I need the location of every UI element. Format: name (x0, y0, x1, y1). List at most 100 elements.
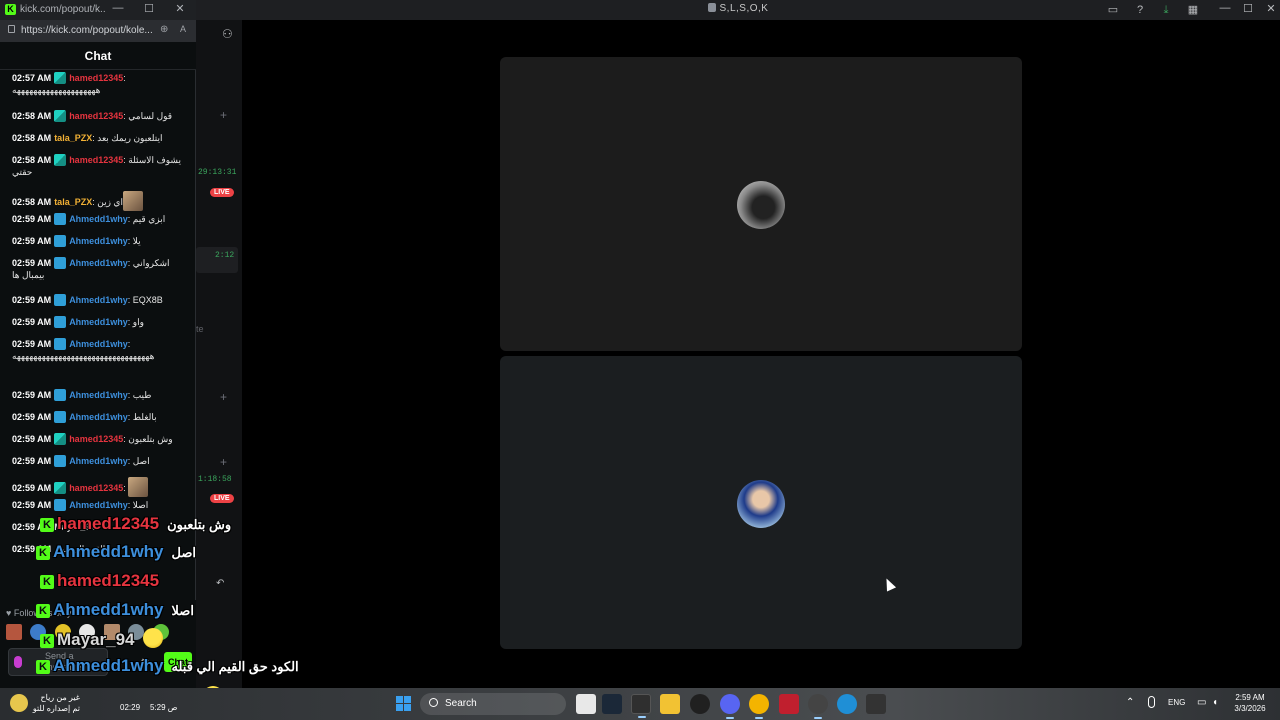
message-username[interactable]: hamed12345 (69, 434, 123, 444)
file-manager-icon[interactable] (576, 694, 596, 714)
search-icon (429, 698, 438, 707)
add-icon[interactable]: + (220, 455, 227, 469)
message-username[interactable]: tala_PZX (54, 133, 92, 143)
message-username[interactable]: hamed12345 (69, 73, 123, 83)
chat-window-titlebar[interactable]: K kick.com/popout/k... — ☐ ✕ (0, 0, 196, 20)
overlay-username: Ahmedd1why (53, 656, 164, 675)
message-text: اي زين (97, 197, 123, 207)
chat-message[interactable]: 02:59 AM Ahmedd1why: ابزي قيم (12, 213, 188, 225)
chat-message[interactable]: 02:58 AM tala_PZX: ايتلعبون ريمك بعد (12, 132, 188, 144)
avatar (737, 181, 785, 229)
network-icon[interactable]: ▭ (1197, 697, 1206, 708)
overlay-time: 5:29 ص (150, 703, 178, 712)
weather-widget[interactable]: غير من رياح تم إصداره للتو (10, 692, 80, 716)
subscriber-badge-icon (54, 110, 67, 122)
message-username[interactable]: Ahmedd1why (69, 390, 128, 400)
settings-app-icon[interactable] (690, 694, 710, 714)
folder-icon[interactable] (660, 694, 680, 714)
language-indicator[interactable]: ENG (1168, 698, 1185, 707)
taskbar-search[interactable]: Search (420, 693, 566, 715)
chat-message[interactable]: 02:59 AM Ahmedd1why: طيب (12, 389, 188, 401)
message-text: اصلا (132, 500, 149, 510)
zoom-icon[interactable]: ⊕ (160, 24, 168, 35)
chat-message[interactable]: 02:58 AM tala_PZX: اي زين (12, 191, 188, 211)
message-time: 02:59 AM (12, 295, 52, 305)
pickaxe-badge-icon (54, 389, 67, 401)
chat-message[interactable]: 02:59 AM Ahmedd1why: EQX8B (12, 294, 188, 306)
emote-icon (122, 191, 143, 211)
address-bar[interactable]: https://kick.com/popout/kole... ⊕ A (0, 20, 196, 42)
chat-message[interactable]: 02:59 AM Ahmedd1why: واو (12, 316, 188, 328)
message-username[interactable]: hamed12345 (69, 111, 123, 121)
message-username[interactable]: Ahmedd1why (69, 500, 128, 510)
help-icon[interactable]: ? (1133, 3, 1147, 17)
message-username[interactable]: Ahmedd1why (69, 295, 128, 305)
message-text: طيب (132, 390, 152, 400)
message-time: 02:59 AM (12, 412, 52, 422)
chat-message[interactable]: 02:58 AM hamed12345: يشوف الاسئلة حقتي (12, 154, 188, 178)
chat-message[interactable]: 02:59 AM hamed12345: (12, 477, 188, 497)
discord-icon[interactable] (720, 694, 740, 719)
overlay-username: hamed12345 (57, 514, 160, 533)
chat-message[interactable]: 02:59 AM Ahmedd1why: هههههههههههههههههههه… (12, 338, 188, 362)
minimize-button[interactable]: — (108, 2, 128, 14)
main-window-titlebar[interactable]: S,L,S,O,K ▭ ? ⤓ ▦ — ☐ ✕ (196, 0, 1280, 20)
volume-icon[interactable]: ◖ (1212, 697, 1218, 708)
overlay-message-text: اصل (171, 545, 197, 560)
message-text: بالغلط (132, 412, 157, 422)
message-username[interactable]: hamed12345 (69, 483, 123, 493)
emote-icon[interactable] (6, 624, 22, 640)
browser-icon[interactable] (808, 694, 828, 719)
add-icon[interactable]: + (220, 390, 227, 404)
epic-games-icon[interactable] (631, 694, 651, 718)
maximize-button[interactable]: ☐ (1237, 2, 1259, 15)
chat-message[interactable]: 02:59 AM Ahmedd1why: اشكرواني بيمبال ها (12, 257, 188, 281)
chat-message[interactable]: 02:59 AM Ahmedd1why: يلا (12, 235, 188, 247)
rewind-icon[interactable]: ↶ (216, 578, 224, 589)
message-username[interactable]: Ahmedd1why (69, 339, 128, 349)
edge-icon[interactable] (837, 694, 857, 714)
chat-app-icon[interactable] (749, 694, 769, 719)
chat-message[interactable]: 02:59 AM hamed12345: وش بتلعبون (12, 433, 188, 445)
maximize-button[interactable]: ☐ (139, 2, 159, 15)
url-text[interactable]: https://kick.com/popout/kole... (21, 25, 153, 36)
message-username[interactable]: Ahmedd1why (69, 412, 128, 422)
app-icon[interactable] (779, 694, 799, 714)
microphone-icon[interactable] (1148, 696, 1155, 708)
message-time: 02:59 AM (12, 483, 52, 493)
lock-icon[interactable] (8, 25, 15, 33)
chat-message[interactable]: 02:58 AM hamed12345: قول لسامي (12, 110, 188, 122)
close-button[interactable]: ✕ (170, 2, 190, 15)
chat-message[interactable]: 02:59 AM Ahmedd1why: اصلا (12, 499, 188, 511)
gallery-icon[interactable]: ▦ (1186, 3, 1200, 17)
app-icon[interactable] (866, 694, 886, 714)
add-friend-icon[interactable]: ⚇ (222, 27, 233, 41)
participant-tile[interactable] (500, 57, 1022, 351)
participant-tile[interactable] (500, 356, 1022, 649)
chat-message[interactable]: 02:59 AM Ahmedd1why: بالغلط (12, 411, 188, 423)
clock[interactable]: 2:59 AM 3/3/2026 (1226, 692, 1274, 714)
chat-message[interactable]: 02:57 AM hamed12345: هههههههههههههههههههه… (12, 72, 188, 96)
message-username[interactable]: hamed12345 (69, 155, 123, 165)
kick-logo-icon: K (5, 4, 16, 15)
message-username[interactable]: Ahmedd1why (69, 456, 128, 466)
add-icon[interactable]: + (220, 108, 227, 122)
microphone-icon[interactable] (14, 656, 22, 668)
message-username[interactable]: tala_PZX (54, 197, 92, 207)
download-icon[interactable]: ⤓ (1159, 3, 1173, 17)
message-username[interactable]: Ahmedd1why (69, 258, 128, 268)
message-username[interactable]: Ahmedd1why (69, 236, 128, 246)
close-button[interactable]: ✕ (1260, 2, 1280, 15)
message-username[interactable]: Ahmedd1why (69, 214, 128, 224)
channel-sidebar-strip: ⚇ + 29:13:31 LIVE 2:12 te + + 1:18:58 LI… (196, 20, 242, 688)
start-button[interactable] (396, 696, 412, 712)
chat-message[interactable]: 02:59 AM Ahmedd1why: اصل (12, 455, 188, 467)
steam-icon[interactable] (602, 694, 622, 714)
inbox-icon[interactable]: ▭ (1106, 3, 1120, 17)
message-username[interactable]: Ahmedd1why (69, 317, 128, 327)
read-aloud-icon[interactable]: A (180, 24, 186, 34)
minimize-button[interactable]: — (1214, 2, 1236, 14)
message-time: 02:59 AM (12, 236, 52, 246)
overlay-chat-message: Khamed12345 (40, 571, 167, 591)
chevron-up-icon[interactable]: ⌃ (1126, 697, 1134, 708)
